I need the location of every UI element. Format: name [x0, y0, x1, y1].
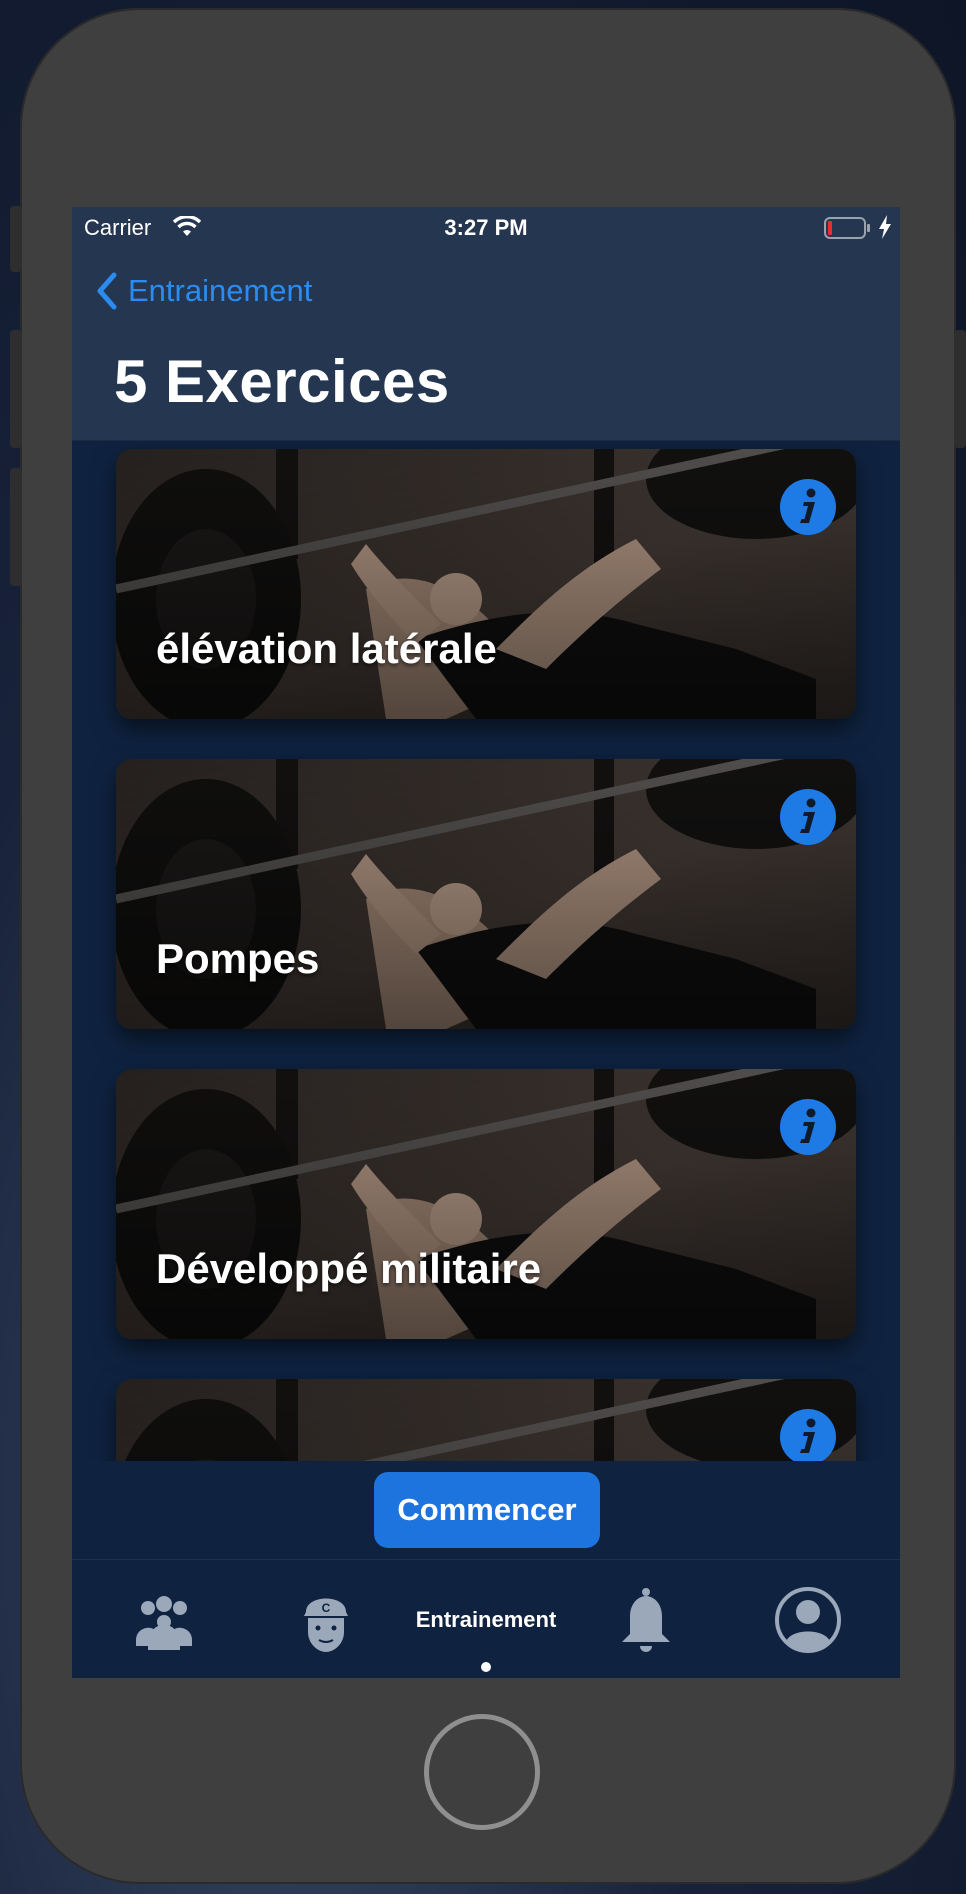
power-button	[954, 330, 966, 448]
status-time: 3:27 PM	[444, 215, 528, 240]
tab-coach[interactable]: C	[264, 1560, 388, 1678]
volume-down-button	[10, 468, 22, 586]
exercise-photo	[116, 1379, 856, 1461]
exercise-card[interactable]	[116, 1379, 856, 1461]
bell-icon	[622, 1587, 670, 1652]
active-tab-indicator	[481, 1662, 491, 1672]
back-button-label: Entrainement	[128, 273, 313, 308]
svg-text:C: C	[322, 1601, 331, 1615]
info-icon	[800, 1108, 816, 1143]
back-button[interactable]: Entrainement	[96, 269, 312, 313]
tab-notifications[interactable]	[584, 1560, 708, 1678]
tab-community[interactable]	[102, 1560, 226, 1678]
mute-switch	[10, 206, 22, 272]
volume-up-button	[10, 330, 22, 448]
exercise-card[interactable]: élévation latérale	[116, 449, 856, 719]
battery-icon	[824, 217, 870, 239]
info-button[interactable]	[780, 789, 836, 845]
exercise-photo	[116, 759, 856, 1029]
info-button[interactable]	[780, 1409, 836, 1461]
info-button[interactable]	[780, 479, 836, 535]
tab-profile[interactable]	[746, 1560, 870, 1678]
navigation-bar: Carrier 3:27 PM Entrainement 5 Exercices	[72, 207, 900, 441]
profile-icon	[775, 1586, 841, 1653]
tab-training[interactable]: Entrainement	[416, 1560, 557, 1678]
exercise-photo	[116, 449, 856, 719]
start-button[interactable]: Commencer	[374, 1472, 600, 1548]
exercise-photo	[116, 1069, 856, 1339]
charging-bolt-icon	[879, 215, 891, 239]
exercise-name: Pompes	[156, 935, 320, 982]
chevron-left-icon	[97, 272, 117, 310]
page-title: 5 Exercices	[114, 348, 450, 415]
info-icon	[800, 488, 816, 523]
info-button[interactable]	[780, 1099, 836, 1155]
exercise-card[interactable]: Développé militaire	[116, 1069, 856, 1339]
coach-icon: C	[304, 1598, 348, 1652]
group-icon	[136, 1595, 192, 1650]
exercise-card[interactable]: Pompes	[116, 759, 856, 1029]
status-bar: Carrier 3:27 PM	[72, 207, 900, 251]
tab-training-label: Entrainement	[415, 1606, 557, 1632]
exercise-list[interactable]: élévation latérale Pompes Développé milita…	[72, 441, 900, 1461]
exercise-name: Développé militaire	[156, 1245, 542, 1292]
info-icon	[800, 798, 816, 833]
exercise-name: élévation latérale	[156, 625, 497, 672]
info-icon	[800, 1418, 816, 1453]
app-screen: Carrier 3:27 PM Entrainement 5 Exercices…	[72, 207, 900, 1678]
home-button[interactable]	[424, 1714, 540, 1830]
tab-bar: C Entrainement	[72, 1559, 900, 1678]
